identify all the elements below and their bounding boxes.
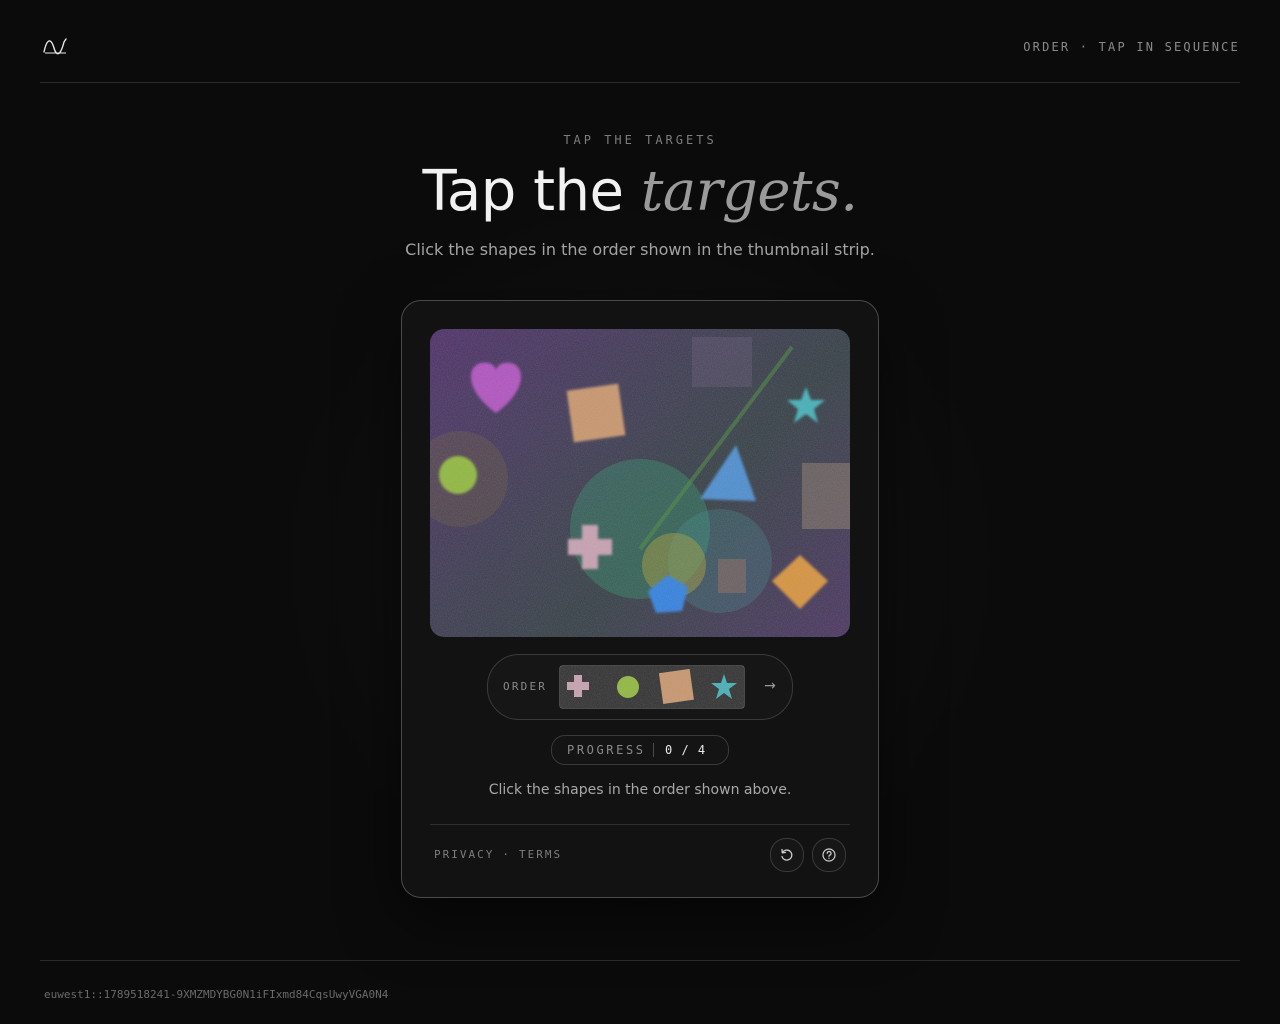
canvas-shapes bbox=[430, 329, 850, 637]
wave-logo-icon[interactable] bbox=[42, 36, 68, 56]
instruction-text: Click the shapes in the order shown abov… bbox=[488, 782, 792, 798]
title-plain: Tap the bbox=[422, 159, 624, 224]
header-tagline: ORDER · TAP IN SEQUENCE bbox=[1023, 40, 1240, 54]
arrow-right-icon[interactable]: → bbox=[758, 675, 782, 697]
refresh-icon bbox=[781, 848, 793, 861]
page-title: Tap the targets. bbox=[0, 156, 1280, 228]
progress-indicator: PROGRESS 0 / 4 bbox=[551, 735, 729, 765]
order-thumbnails bbox=[560, 666, 744, 708]
progress-divider bbox=[653, 743, 654, 757]
hero-eyebrow: TAP THE TARGETS bbox=[563, 133, 717, 147]
thumb-noise bbox=[560, 666, 744, 708]
footer-divider bbox=[40, 960, 1240, 961]
progress-label: PROGRESS bbox=[567, 743, 646, 757]
page-subtitle: Click the shapes in the order shown in t… bbox=[405, 240, 875, 259]
help-icon bbox=[822, 848, 836, 862]
refresh-button[interactable] bbox=[770, 838, 804, 872]
session-id: euwest1::1789518241-9XMZMDYBG0N1iFIxmd84… bbox=[44, 988, 389, 1001]
link-separator: · bbox=[502, 848, 511, 861]
order-label: ORDER bbox=[503, 680, 548, 693]
progress-value: 0 / 4 bbox=[665, 743, 707, 757]
terms-link[interactable]: TERMS bbox=[519, 848, 562, 861]
title-emphasis: targets. bbox=[640, 159, 858, 224]
privacy-link[interactable]: PRIVACY bbox=[434, 848, 494, 861]
help-button[interactable] bbox=[812, 838, 846, 872]
challenge-canvas[interactable] bbox=[430, 329, 850, 637]
order-thumbnail-strip bbox=[559, 665, 745, 709]
header: ORDER · TAP IN SEQUENCE bbox=[40, 0, 1240, 83]
challenge-card: ORDER → PROGRESS 0 / 4 Click the shapes … bbox=[401, 300, 879, 898]
footer-links: PRIVACY · TERMS bbox=[434, 848, 562, 861]
card-divider bbox=[430, 824, 850, 825]
noise-overlay bbox=[430, 329, 850, 637]
order-strip-container: ORDER → bbox=[487, 654, 793, 720]
